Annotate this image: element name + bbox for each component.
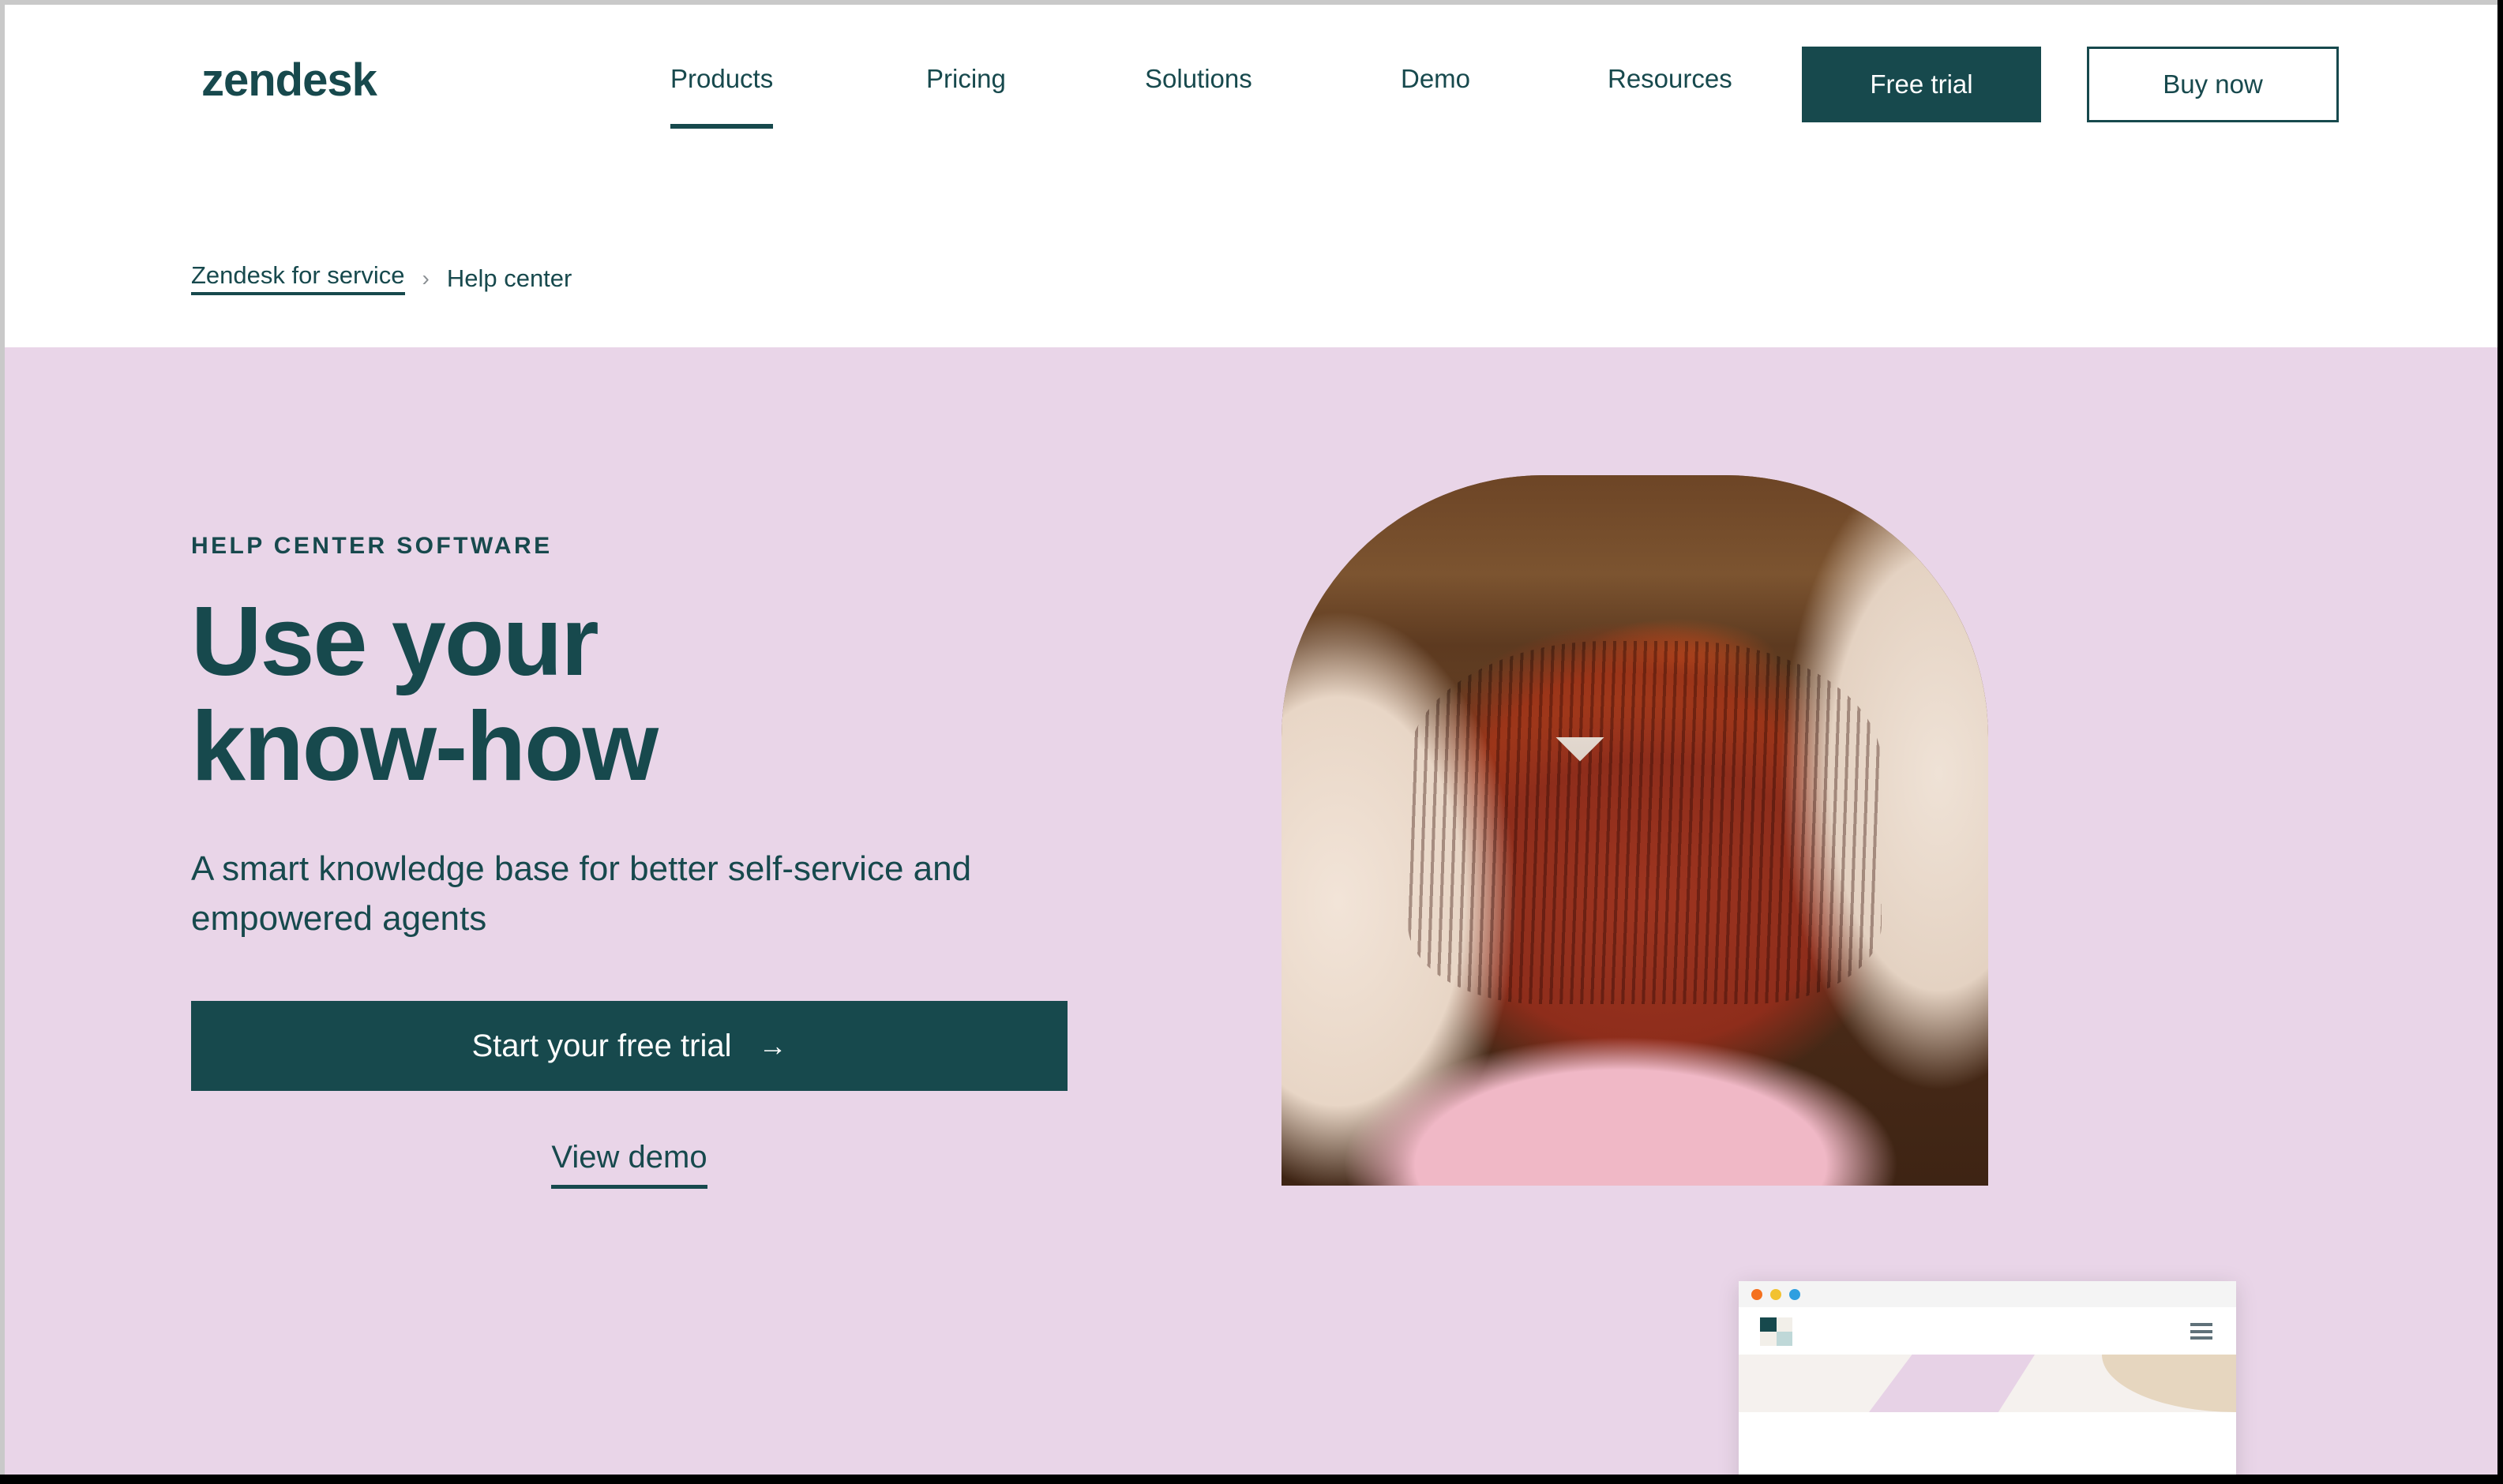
view-demo-wrapper: View demo — [191, 1140, 1068, 1190]
help-center-preview-card: › Question about sizing — [1739, 1281, 2236, 1475]
preview-brand-logo-icon — [1760, 1317, 1792, 1346]
preview-navbar — [1739, 1307, 2236, 1355]
minimize-dot-icon — [1770, 1288, 1781, 1300]
maximize-dot-icon — [1789, 1288, 1800, 1300]
start-free-trial-label: Start your free trial — [471, 1028, 732, 1063]
nav-item-resources[interactable]: Resources — [1608, 64, 1732, 100]
nav-item-products[interactable]: Products — [670, 64, 774, 129]
hero-title-line-2: know-how — [191, 691, 659, 801]
hero-image-lower — [1282, 737, 1988, 1186]
arrow-right-icon: → — [758, 1029, 787, 1062]
buy-now-button[interactable]: Buy now — [2087, 47, 2339, 122]
hamburger-menu-icon[interactable] — [2190, 1323, 2212, 1340]
nav-item-solutions[interactable]: Solutions — [1145, 64, 1252, 100]
chevron-right-icon: › — [422, 265, 430, 290]
site-header: zendesk Products Pricing Solutions Demo … — [5, 5, 2497, 347]
start-free-trial-button[interactable]: Start your free trial → — [191, 1001, 1068, 1092]
main-navigation: zendesk Products Pricing Solutions Demo … — [5, 5, 2497, 163]
hero-subtitle: A smart knowledge base for better self-s… — [191, 849, 972, 938]
free-trial-button[interactable]: Free trial — [1802, 47, 2041, 122]
page-title: Use your know-how — [191, 590, 1139, 799]
banner-trapezoid-shape — [1869, 1355, 2035, 1412]
hero-image-arch-top — [1282, 475, 1988, 737]
close-dot-icon — [1751, 1288, 1762, 1300]
hero-eyebrow: HELP CENTER SOFTWARE — [191, 533, 553, 559]
zendesk-logo[interactable]: zendesk — [201, 54, 377, 107]
banner-quarter-circle-shape — [2102, 1355, 2236, 1412]
hero-title-line-1: Use your — [191, 587, 599, 696]
browser-window: zendesk Products Pricing Solutions Demo … — [0, 0, 2497, 1475]
breadcrumb: Zendesk for service › Help center — [191, 261, 572, 295]
preview-article-body: › Question about sizing — [1739, 1412, 2236, 1475]
preview-banner — [1739, 1355, 2236, 1412]
nav-item-demo[interactable]: Demo — [1401, 64, 1470, 100]
breadcrumb-link-zendesk-for-service[interactable]: Zendesk for service — [191, 261, 405, 295]
view-demo-link[interactable]: View demo — [551, 1140, 707, 1190]
hero-section: HELP CENTER SOFTWARE Use your know-how A… — [5, 347, 2497, 1475]
hero-copy: HELP CENTER SOFTWARE Use your know-how A… — [191, 533, 1139, 1190]
preview-titlebar — [1739, 1281, 2236, 1307]
nav-item-pricing[interactable]: Pricing — [926, 64, 1006, 100]
breadcrumb-current-help-center: Help center — [446, 264, 572, 292]
